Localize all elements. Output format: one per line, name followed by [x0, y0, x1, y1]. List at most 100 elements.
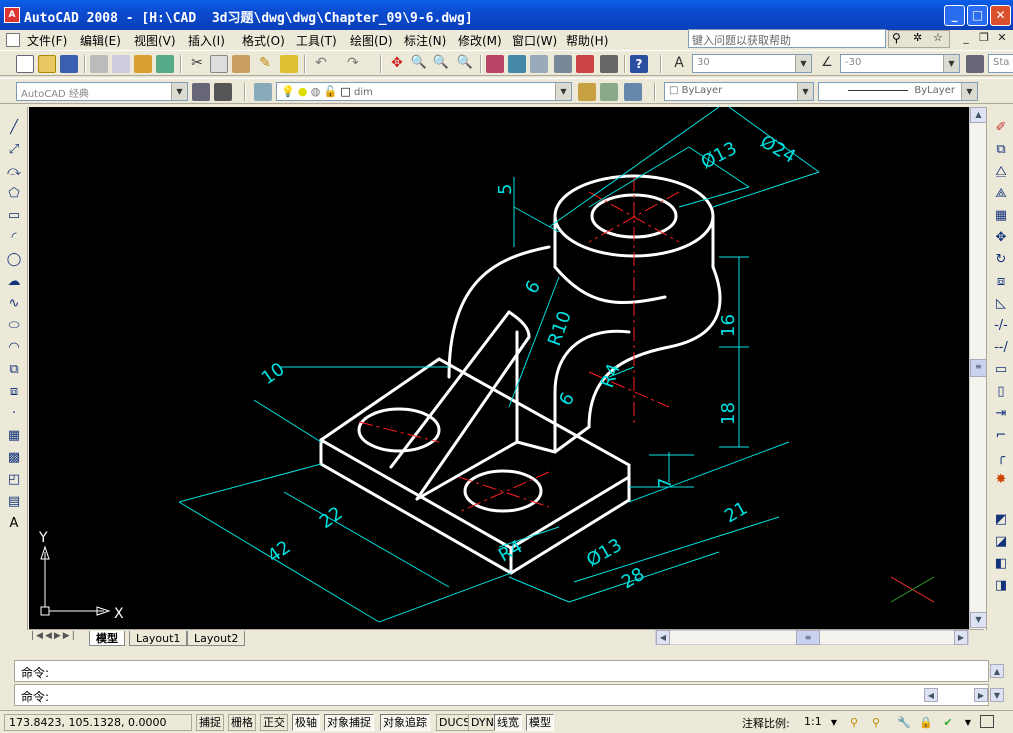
- chevron-down-icon[interactable]: ▼: [961, 83, 977, 100]
- scroll-up-icon[interactable]: ▲: [970, 107, 987, 123]
- pan-icon[interactable]: ✥: [388, 55, 406, 73]
- vertical-scrollbar[interactable]: ▲ ≡ ▼: [969, 107, 987, 629]
- cmd-scroll-down-icon[interactable]: ▼: [990, 688, 1004, 702]
- communication-center-icon[interactable]: ✲: [913, 31, 922, 44]
- fillet-icon[interactable]: ╭: [992, 449, 1010, 467]
- snap-toggle[interactable]: 捕捉: [196, 714, 224, 731]
- zoom-realtime-icon[interactable]: 🔍: [410, 55, 428, 73]
- redo-icon[interactable]: ↷: [344, 55, 362, 73]
- stretch-icon[interactable]: ◺: [992, 295, 1010, 313]
- chevron-down-icon[interactable]: ▼: [797, 83, 813, 100]
- text-height-combo[interactable]: 30 ▼: [692, 54, 812, 73]
- cut-icon[interactable]: ✂: [188, 55, 206, 73]
- break-icon[interactable]: ▯: [992, 383, 1010, 401]
- layer-previous-icon[interactable]: [600, 83, 618, 101]
- clean-screen-icon[interactable]: [980, 715, 994, 728]
- dim-style-icon[interactable]: [966, 55, 984, 73]
- favorites-icon[interactable]: ☆: [933, 31, 943, 44]
- gradient-icon[interactable]: ▩: [5, 449, 23, 467]
- unlock-icon[interactable]: 🔓: [323, 85, 337, 98]
- menu-format[interactable]: 格式(O): [242, 32, 285, 49]
- doc-close-button[interactable]: ✕: [994, 31, 1010, 46]
- polygon-icon[interactable]: ⬠: [5, 185, 23, 203]
- save-icon[interactable]: [60, 55, 78, 73]
- doc-minimize-button[interactable]: _: [958, 31, 974, 46]
- send-under-icon[interactable]: ◨: [992, 577, 1010, 595]
- menu-draw[interactable]: 绘图(D): [350, 32, 393, 49]
- move-icon[interactable]: ✥: [992, 229, 1010, 247]
- ellipse-icon[interactable]: ⬭: [5, 317, 23, 335]
- lightbulb-icon[interactable]: 💡: [281, 85, 295, 98]
- menu-file[interactable]: 文件(F): [27, 32, 67, 49]
- plot-preview-icon[interactable]: [112, 55, 130, 73]
- chevron-down-icon[interactable]: ▼: [795, 55, 811, 72]
- copy-object-icon[interactable]: ⧉: [992, 141, 1010, 159]
- open-icon[interactable]: [38, 55, 56, 73]
- status-menu-chevron-icon[interactable]: ▼: [960, 715, 976, 730]
- hatch-icon[interactable]: ▦: [5, 427, 23, 445]
- help-search-input[interactable]: 键入问题以获取帮助: [688, 29, 886, 48]
- copy-icon[interactable]: [210, 55, 228, 73]
- layer-states-icon[interactable]: [624, 83, 642, 101]
- explode-icon[interactable]: ✸: [992, 471, 1010, 489]
- extend-icon[interactable]: --/: [992, 339, 1010, 357]
- model-toggle[interactable]: 模型: [526, 714, 554, 731]
- insert-block-icon[interactable]: ⧉: [5, 361, 23, 379]
- ortho-toggle[interactable]: 正交: [260, 714, 288, 731]
- circle-icon[interactable]: ◯: [5, 251, 23, 269]
- arc-icon[interactable]: ◜: [5, 229, 23, 247]
- rectangle-icon[interactable]: ▭: [5, 207, 23, 225]
- rotate-icon[interactable]: ↻: [992, 251, 1010, 269]
- otrack-toggle[interactable]: 对象追踪: [380, 714, 430, 731]
- layer-combo[interactable]: 💡 ● ◍ 🔓 □ dim ▼: [276, 82, 572, 101]
- style-combo[interactable]: Sta: [988, 54, 1013, 73]
- close-button[interactable]: ✕: [990, 5, 1011, 26]
- trim-icon[interactable]: -/-: [992, 317, 1010, 335]
- menu-insert[interactable]: 插入(I): [188, 32, 225, 49]
- spline-icon[interactable]: ∿: [5, 295, 23, 313]
- zoom-window-icon[interactable]: 🔍: [432, 55, 450, 73]
- cmd-scroll-right-icon[interactable]: ▶: [974, 688, 988, 702]
- grid-toggle[interactable]: 栅格: [228, 714, 256, 731]
- revision-cloud-icon[interactable]: ☁: [5, 273, 23, 291]
- drawing-canvas[interactable]: Ø24 Ø13 5 6 R10 16 R4 18 10 6 7 22 42 R4…: [29, 107, 969, 629]
- workspace-combo[interactable]: AutoCAD 经典 ▼: [16, 82, 188, 101]
- menu-dimension[interactable]: 标注(N): [404, 32, 446, 49]
- angle-combo[interactable]: -30 ▼: [840, 54, 960, 73]
- text-style-icon[interactable]: A: [670, 55, 688, 73]
- make-block-icon[interactable]: ⧈: [5, 383, 23, 401]
- tab-nav-icon[interactable]: |◀◀▶▶|: [31, 631, 77, 641]
- sun-icon[interactable]: ●: [298, 85, 308, 98]
- chevron-down-icon[interactable]: ▼: [171, 83, 187, 100]
- zoom-previous-icon[interactable]: 🔍: [456, 55, 474, 73]
- polyline-icon[interactable]: ⤼: [5, 163, 23, 181]
- break-at-point-icon[interactable]: ▭: [992, 361, 1010, 379]
- make-current-layer-icon[interactable]: [578, 83, 596, 101]
- design-center-icon[interactable]: [508, 55, 526, 73]
- lock-icon[interactable]: 🔒: [918, 715, 934, 730]
- workspace-save-icon[interactable]: [214, 83, 232, 101]
- toolbar-lock-wrench-icon[interactable]: 🔧: [896, 715, 912, 730]
- tab-layout2[interactable]: Layout2: [187, 631, 246, 646]
- line-icon[interactable]: ╱: [5, 119, 23, 137]
- menu-edit[interactable]: 编辑(E): [80, 32, 121, 49]
- scroll-right-icon[interactable]: ▶: [954, 630, 968, 645]
- document-icon[interactable]: [6, 33, 20, 47]
- osnap-toggle[interactable]: 对象捕捉: [324, 714, 374, 731]
- menu-window[interactable]: 窗口(W): [512, 32, 557, 49]
- point-icon[interactable]: ·: [5, 405, 23, 423]
- annotation-visibility-icon[interactable]: ⚲: [846, 715, 862, 730]
- chamfer-icon[interactable]: ⌐: [992, 427, 1010, 445]
- search-icon[interactable]: ⚲: [892, 31, 901, 45]
- offset-icon[interactable]: ⟁: [992, 185, 1010, 203]
- properties-icon[interactable]: [486, 55, 504, 73]
- chevron-down-icon[interactable]: ▼: [826, 715, 842, 730]
- new-icon[interactable]: [16, 55, 34, 73]
- sheet-set-icon[interactable]: [554, 55, 572, 73]
- construction-line-icon[interactable]: ⤢: [5, 141, 23, 159]
- scale-icon[interactable]: ⧈: [992, 273, 1010, 291]
- ellipse-arc-icon[interactable]: ◠: [5, 339, 23, 357]
- autocad-app-icon[interactable]: A: [4, 7, 20, 23]
- erase-icon[interactable]: ✐: [992, 119, 1010, 137]
- block-editor-icon[interactable]: [280, 55, 298, 73]
